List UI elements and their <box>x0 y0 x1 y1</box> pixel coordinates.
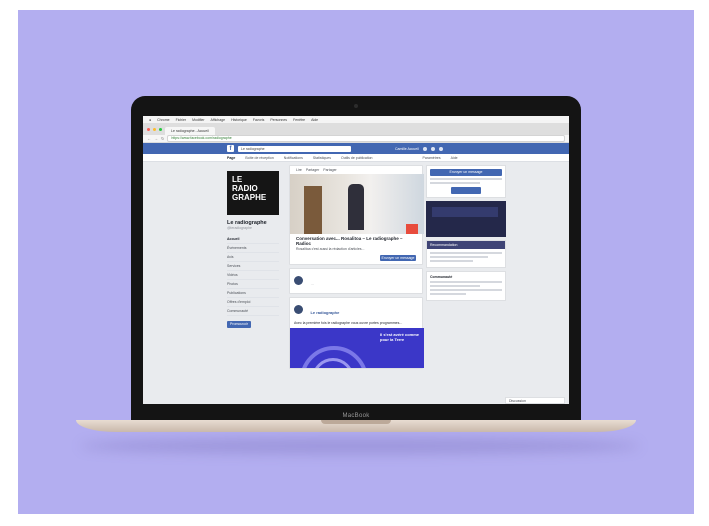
menu-item[interactable]: Chrome <box>157 118 169 122</box>
friends-icon[interactable] <box>422 146 427 151</box>
tab-settings[interactable]: Paramètres <box>423 156 441 160</box>
laptop-shadow <box>80 438 640 454</box>
menu-item[interactable]: Favoris <box>253 118 264 122</box>
send-message-cta-button[interactable]: Envoyer un message <box>430 169 502 176</box>
webcam-icon <box>354 104 358 108</box>
post-body: Avec la première fois le radiographe vou… <box>294 321 403 325</box>
back-icon[interactable]: ← <box>147 136 151 141</box>
sidebar-item-photos[interactable]: Photos <box>227 280 279 289</box>
divider <box>430 256 488 258</box>
community-card: Communauté <box>426 271 506 301</box>
search-input[interactable]: Le radiographe <box>238 145 351 152</box>
tab-insights[interactable]: Statistiques <box>313 156 331 160</box>
post-title[interactable]: Conversation avec... Rosalitoa – Le radi… <box>290 234 422 246</box>
divider <box>430 178 502 180</box>
lid-notch <box>321 420 391 424</box>
tab-inbox[interactable]: Boîte de réception <box>245 156 273 160</box>
promo-inner <box>432 207 498 217</box>
share-more-button[interactable]: Partager <box>323 168 336 172</box>
browser-tab[interactable]: Le radiographe - Accueil <box>165 127 215 135</box>
minimize-icon[interactable] <box>153 127 156 131</box>
menu-item[interactable]: Modifier <box>192 118 204 122</box>
door-shape <box>304 186 322 234</box>
laptop-base <box>76 420 636 432</box>
page-sidebar: LE RADIO GRAPHE Le radiographe @leradiog… <box>227 165 287 404</box>
menu-item[interactable]: Personnes <box>270 118 287 122</box>
sidebar-item-videos[interactable]: Vidéos <box>227 271 279 280</box>
tab-help[interactable]: Aide <box>451 156 458 160</box>
share-button[interactable]: Partager <box>306 168 319 172</box>
facebook-logo-icon[interactable]: f <box>227 145 234 152</box>
composer-input[interactable]: … <box>310 282 314 286</box>
chat-bar[interactable]: Discussion <box>505 397 565 404</box>
tab-publishing-tools[interactable]: Outils de publication <box>341 156 373 160</box>
notifications-icon[interactable] <box>438 146 443 151</box>
messages-icon[interactable] <box>430 146 435 151</box>
divider <box>430 252 502 254</box>
community-heading: Communauté <box>430 275 453 279</box>
maximize-icon[interactable] <box>159 127 162 131</box>
about-card: Recommandation <box>426 240 506 268</box>
divider <box>430 260 474 262</box>
menu-item[interactable]: Aide <box>311 118 318 122</box>
cover-actions: Lire Partager Partager <box>290 166 422 174</box>
sidebar-item-services[interactable]: Services <box>227 262 279 271</box>
red-object <box>406 224 418 234</box>
person-figure <box>348 184 364 230</box>
divider <box>430 289 502 291</box>
mac-menubar: ● Chrome Fichier Modifier Affichage Hist… <box>143 116 569 123</box>
divider <box>430 182 481 184</box>
avatar <box>294 305 303 315</box>
reload-icon[interactable]: ↻ <box>161 136 164 141</box>
tab-notifications[interactable]: Notifications <box>284 156 303 160</box>
apple-icon[interactable]: ● <box>149 118 151 122</box>
post-author[interactable]: Le radiographe <box>310 310 339 315</box>
sidebar-item-events[interactable]: Événements <box>227 244 279 253</box>
cover-video[interactable] <box>290 174 424 234</box>
url-input[interactable]: https://www.facebook.com/radiographe <box>167 135 565 142</box>
menu-item[interactable]: Fichier <box>176 118 187 122</box>
page-profile-picture[interactable]: LE RADIO GRAPHE <box>227 171 279 215</box>
menu-item[interactable]: Fenêtre <box>293 118 305 122</box>
sidebar-item-reviews[interactable]: Avis <box>227 253 279 262</box>
divider <box>430 293 466 295</box>
sidebar-item-home[interactable]: Accueil <box>227 235 279 244</box>
main-feed: Lire Partager Partager Conversation avec… <box>289 165 424 404</box>
avatar <box>294 276 303 286</box>
composer-card: … <box>289 268 423 294</box>
right-column: Envoyer un message Recommandation Commun… <box>426 165 506 404</box>
sidebar-item-jobs[interactable]: Offres d'emploi <box>227 298 279 307</box>
cta-card: Envoyer un message <box>426 165 506 198</box>
like-button[interactable]: Lire <box>296 168 302 172</box>
cover-card: Lire Partager Partager Conversation avec… <box>289 165 424 265</box>
post-image-caption: Il s'est avéré comme pour la Terre <box>380 332 419 342</box>
sidebar-item-community[interactable]: Communauté <box>227 307 279 316</box>
divider <box>430 285 481 287</box>
laptop-screen: ● Chrome Fichier Modifier Affichage Hist… <box>143 116 569 404</box>
page-handle: @leradiographe <box>227 226 252 230</box>
macbook-label: MacBook <box>342 413 370 419</box>
laptop-lid: ● Chrome Fichier Modifier Affichage Hist… <box>131 96 581 420</box>
divider <box>430 281 502 283</box>
send-message-button[interactable]: Envoyer un message <box>380 255 416 261</box>
facebook-topbar: f Le radiographe Camille Accueil <box>143 143 569 154</box>
user-link[interactable]: Camille Accueil <box>395 147 419 151</box>
menu-item[interactable]: Affichage <box>211 118 226 122</box>
promote-button[interactable]: Promouvoir <box>227 321 251 328</box>
sidebar-item-posts[interactable]: Publications <box>227 289 279 298</box>
promo-card[interactable] <box>426 201 506 237</box>
forward-icon[interactable]: → <box>154 136 158 141</box>
tab-page[interactable]: Page <box>227 156 235 160</box>
close-icon[interactable] <box>147 127 150 131</box>
about-heading: Recommandation <box>427 241 505 249</box>
post-image[interactable]: Il s'est avéré comme pour la Terre <box>290 328 424 368</box>
post-card: Le radiographe Avec la première fois le … <box>289 297 424 369</box>
page-tabs: Page Boîte de réception Notifications St… <box>143 154 569 162</box>
cta-secondary-button[interactable] <box>451 187 481 194</box>
browser-titlebar: Le radiographe - Accueil <box>143 123 569 135</box>
address-bar: ← → ↻ https://www.facebook.com/radiograp… <box>143 135 569 143</box>
menu-item[interactable]: Historique <box>231 118 247 122</box>
post-text: Rosalitoa c'est aussi la rédaction d'art… <box>296 247 365 251</box>
